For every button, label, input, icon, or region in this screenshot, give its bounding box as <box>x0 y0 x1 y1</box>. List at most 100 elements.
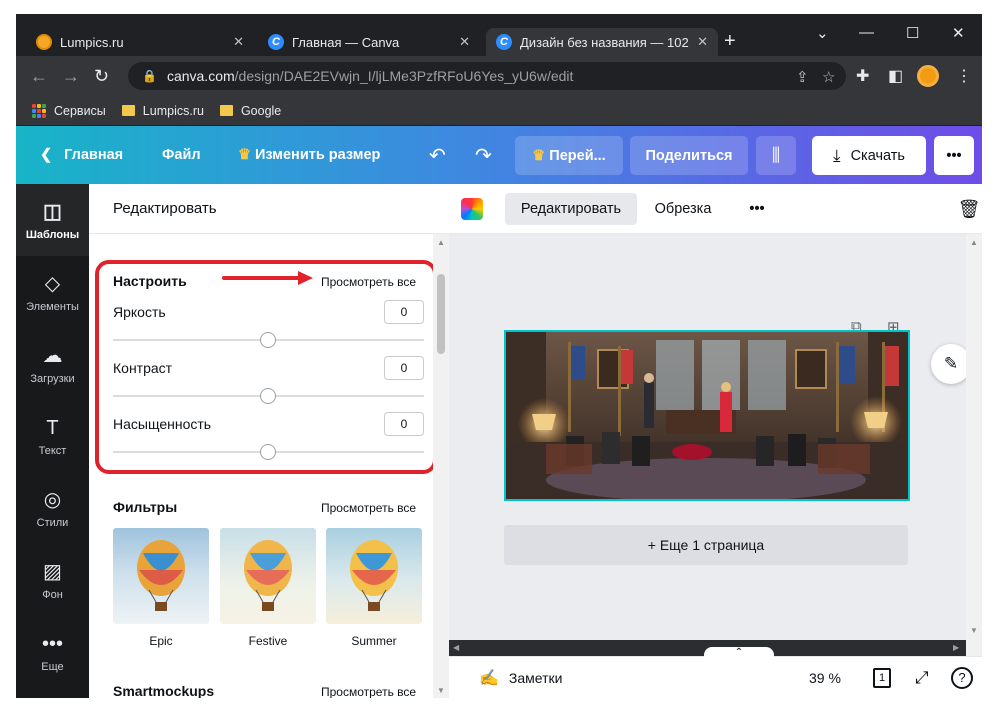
text-icon: T <box>46 417 59 439</box>
download-button[interactable]: ⤓ Скачать <box>812 136 926 175</box>
crop-button[interactable]: Обрезка <box>647 193 719 225</box>
close-icon[interactable]: ✕ <box>233 34 244 50</box>
page-count-button[interactable]: 1 <box>873 657 891 698</box>
tab-search-icon[interactable]: ⌄ <box>816 24 829 42</box>
bottom-bar: ⌃ ✍ Заметки 39 % 1 ⤢ ? <box>449 647 982 698</box>
design-page[interactable] <box>504 330 910 501</box>
scrollbar-thumb[interactable] <box>437 274 445 354</box>
filter-festive-thumbnail[interactable] <box>220 528 316 624</box>
reload-icon[interactable]: ↻ <box>94 66 109 87</box>
new-tab-button[interactable]: + <box>724 30 736 53</box>
saturation-input[interactable]: 0 <box>384 412 424 436</box>
upgrade-label: Перей... <box>549 147 606 164</box>
balloon-icon <box>350 540 398 611</box>
bookmark-lumpics[interactable]: Lumpics.ru <box>121 104 204 118</box>
scroll-down-icon[interactable]: ▼ <box>970 626 978 635</box>
more-icon: ••• <box>41 633 63 655</box>
contrast-slider-handle[interactable] <box>260 388 276 404</box>
resize-label: Изменить размер <box>255 147 381 163</box>
url-host: canva.com <box>166 68 235 84</box>
adjust-see-all-link[interactable]: Просмотреть все <box>321 275 416 289</box>
side-panel-icon[interactable]: ◧ <box>888 66 903 86</box>
address-bar[interactable]: 🔒 canva.com /design/DAE2EVwjn_I/ljLMe3Pz… <box>128 62 846 90</box>
rail-item-background[interactable]: ▨ Фон <box>16 544 89 616</box>
notes-icon: ✍ <box>479 670 499 687</box>
edit-image-button[interactable]: Редактировать <box>505 193 637 225</box>
expand-pages-icon[interactable]: ⌃ <box>704 647 774 661</box>
rail-label: Текст <box>38 445 67 457</box>
home-link[interactable]: ❮ Главная <box>40 126 123 184</box>
bookmark-google[interactable]: Google <box>219 103 282 118</box>
scroll-right-icon[interactable]: ▶ <box>953 643 959 652</box>
tab-canva-design[interactable]: C Дизайн без названия — 1024 ✕ <box>486 28 718 56</box>
filters-see-all-link[interactable]: Просмотреть все <box>321 501 416 515</box>
rail-item-elements[interactable]: ◇ Элементы <box>16 256 89 328</box>
brightness-input[interactable]: 0 <box>384 300 424 324</box>
bookmark-star-icon[interactable]: ☆ <box>822 68 835 86</box>
forward-icon[interactable]: → <box>62 66 80 87</box>
maximize-button[interactable]: ☐ <box>906 24 919 42</box>
undo-icon[interactable]: ↶ <box>429 126 446 184</box>
panel-scrollbar[interactable]: ▲ ▼ <box>433 234 449 698</box>
rail-item-styles[interactable]: ◎ Стили <box>16 472 89 544</box>
minimize-button[interactable]: — <box>859 24 874 41</box>
scroll-down-icon[interactable]: ▼ <box>437 686 445 695</box>
canvas-scrollbar[interactable]: ▲ ▼ <box>966 234 982 656</box>
close-icon[interactable]: ✕ <box>697 34 708 50</box>
add-page-button[interactable]: + Еще 1 страница <box>504 525 908 565</box>
smartmockups-see-all-link[interactable]: Просмотреть все <box>321 685 416 698</box>
filter-label: Summer <box>351 634 397 648</box>
more-options-icon[interactable]: ••• <box>934 136 974 175</box>
extensions-icon[interactable]: ✚ <box>856 66 869 86</box>
browser-window: Lumpics.ru ✕ C Главная — Canva ✕ C Дизай… <box>16 14 982 698</box>
notes-button[interactable]: ✍ Заметки <box>479 657 562 698</box>
trash-icon[interactable]: 🗑 <box>958 193 981 225</box>
saturation-slider-handle[interactable] <box>260 444 276 460</box>
redo-icon[interactable]: ↷ <box>475 126 492 184</box>
back-icon[interactable]: ← <box>30 66 48 87</box>
share-button[interactable]: Поделиться <box>630 136 748 175</box>
brightness-slider-handle[interactable] <box>260 332 276 348</box>
help-icon: ? <box>951 667 973 689</box>
profile-avatar[interactable] <box>917 65 939 87</box>
fullscreen-icon[interactable]: ⤢ <box>915 657 929 698</box>
color-picker-icon[interactable] <box>461 198 483 220</box>
bookmark-label: Сервисы <box>54 103 106 118</box>
insights-icon[interactable]: ⫼ <box>756 136 796 175</box>
folder-icon <box>219 105 233 116</box>
bookmark-services[interactable]: Сервисы <box>32 103 106 118</box>
scroll-up-icon[interactable]: ▲ <box>970 238 978 247</box>
close-icon[interactable]: ✕ <box>459 34 470 50</box>
rail-item-uploads[interactable]: ☁ Загрузки <box>16 328 89 400</box>
filter-label: Festive <box>248 634 288 648</box>
tab-canva-home[interactable]: C Главная — Canva ✕ <box>258 28 480 56</box>
balloon-icon <box>244 540 292 611</box>
filters-title: Фильтры <box>113 499 178 515</box>
more-actions-icon[interactable]: ••• <box>741 193 773 225</box>
contrast-input[interactable]: 0 <box>384 356 424 380</box>
add-comment-icon[interactable]: ✎ <box>931 344 971 384</box>
upgrade-pro-button[interactable]: ♛ Перей... <box>515 136 623 175</box>
tab-lumpics[interactable]: Lumpics.ru ✕ <box>26 28 254 56</box>
rail-label: Фон <box>42 589 63 601</box>
close-window-button[interactable]: ✕ <box>952 24 965 42</box>
filter-epic-thumbnail[interactable] <box>113 528 209 624</box>
scroll-up-icon[interactable]: ▲ <box>437 238 445 247</box>
scroll-left-icon[interactable]: ◀ <box>453 643 459 652</box>
rail-item-text[interactable]: T Текст <box>16 400 89 472</box>
rail-item-more[interactable]: ••• Еще <box>16 616 89 688</box>
help-button[interactable]: ? <box>951 657 973 698</box>
folder-icon <box>121 105 135 116</box>
home-label: Главная <box>64 147 124 163</box>
rail-label: Элементы <box>26 301 79 313</box>
resize-button[interactable]: ♛ Изменить размер <box>238 126 380 184</box>
zoom-level[interactable]: 39 % <box>809 657 841 698</box>
menu-icon[interactable]: ⋮ <box>956 66 972 86</box>
bookmark-label: Google <box>240 103 282 118</box>
rail-item-templates[interactable]: ◫ Шаблоны <box>16 184 89 256</box>
file-menu[interactable]: Файл <box>162 126 201 184</box>
filter-summer-thumbnail[interactable] <box>326 528 422 624</box>
background-icon: ▨ <box>43 561 62 583</box>
tab-title: Lumpics.ru <box>60 34 124 50</box>
share-page-icon[interactable]: ⇪ <box>796 68 809 86</box>
